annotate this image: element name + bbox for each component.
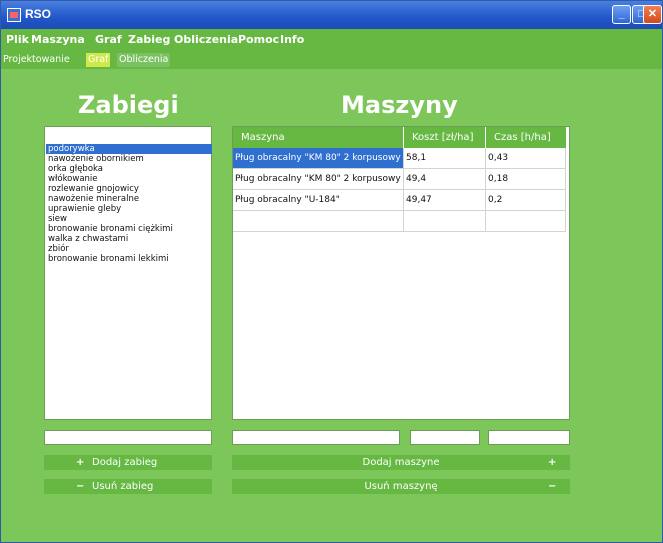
tab-projektowanie[interactable]: Projektowanie [1,53,72,67]
menu-info[interactable]: Info [280,33,304,46]
close-icon: ✕ [647,8,658,20]
title-bar[interactable]: RSO _ □ ✕ [1,1,662,29]
tab-bar: Projektowanie Graf Obliczenia [1,51,662,69]
add-zabieg-button[interactable]: + Dodaj zabieg [44,455,212,470]
remove-zabieg-button[interactable]: − Usuń zabieg [44,479,212,494]
plus-icon: + [548,457,557,468]
koszt-field[interactable] [410,430,480,445]
table-cell[interactable]: 0,43 [486,148,566,169]
maszyna-name-field[interactable] [232,430,400,445]
menu-plik[interactable]: Plik [6,33,29,46]
minimize-icon: _ [618,8,625,20]
add-maszyna-button[interactable]: Dodaj maszyne + [232,455,570,470]
table-cell[interactable] [233,211,404,232]
menu-graf[interactable]: Graf [95,33,122,46]
zabieg-name-field[interactable] [44,430,212,445]
app-icon [7,8,21,22]
menu-obliczenia[interactable]: Obliczenia [174,33,238,46]
menu-bar: Plik Maszyna Graf Zabieg Obliczenia Pomo… [1,29,662,51]
minimize-button[interactable]: _ [612,5,631,24]
table-cell[interactable] [486,211,566,232]
list-item[interactable]: zbiór [48,244,69,254]
table-cell[interactable]: Pług obracalny "U-184" [233,190,404,211]
plus-icon: + [76,457,85,468]
list-item[interactable]: nawożenie obornikiem [48,154,144,164]
czas-field[interactable] [488,430,570,445]
window-title: RSO [25,7,52,21]
maszyny-table: Maszyna Koszt [zł/ha] Czas [h/ha] Pług o… [232,126,570,420]
list-item[interactable]: włókowanie [48,174,98,184]
list-item[interactable]: walka z chwastami [48,234,128,244]
tab-graf[interactable]: Graf [86,53,111,67]
menu-zabieg[interactable]: Zabieg [128,33,170,46]
menu-pomoc[interactable]: Pomoc [238,33,279,46]
table-cell[interactable]: 58,1 [404,148,486,169]
zabiegi-list[interactable]: podorywka nawożenie obornikiem orka głębok… [44,126,212,420]
remove-maszyna-label: Usuń maszynę [364,481,438,492]
list-item[interactable]: siew [48,214,67,224]
list-item[interactable]: uprawienie gleby [48,204,121,214]
add-maszyna-label: Dodaj maszyne [362,457,440,468]
remove-zabieg-label: Usuń zabieg [92,481,154,492]
list-item[interactable]: bronowanie bronami ciężkimi [48,224,173,234]
close-button[interactable]: ✕ [643,5,662,24]
tab-obliczenia[interactable]: Obliczenia [117,53,171,67]
zabiegi-heading: Zabiegi [78,91,179,119]
remove-maszyna-button[interactable]: Usuń maszynę − [232,479,570,494]
list-item[interactable]: bronowanie bronami lekkimi [48,254,169,264]
list-item[interactable]: nawożenie mineralne [48,194,139,204]
add-zabieg-label: Dodaj zabieg [92,457,158,468]
column-header-czas[interactable]: Czas [h/ha] [486,127,566,148]
table-cell[interactable]: Pług obracalny "KM 80" 2 korpusowy [233,148,404,169]
maszyny-heading: Maszyny [341,91,458,119]
minus-icon: − [548,481,557,492]
table-cell[interactable]: 0,18 [486,169,566,190]
column-header-koszt[interactable]: Koszt [zł/ha] [404,127,486,148]
minus-icon: − [76,481,85,492]
list-item[interactable]: podorywka [46,144,212,154]
table-cell[interactable]: Pług obracalny "KM 80" 2 korpusowy [233,169,404,190]
list-item[interactable]: orka głęboka [48,164,103,174]
menu-maszyna[interactable]: Maszyna [31,33,85,46]
table-cell[interactable]: 49,47 [404,190,486,211]
table-cell[interactable]: 49,4 [404,169,486,190]
column-header-maszyna[interactable]: Maszyna [233,127,404,148]
table-cell[interactable] [404,211,486,232]
list-item[interactable]: rozlewanie gnojowicy [48,184,139,194]
app-window: RSO _ □ ✕ Plik Maszyna Graf Zabieg Oblic… [0,0,663,543]
table-cell[interactable]: 0,2 [486,190,566,211]
